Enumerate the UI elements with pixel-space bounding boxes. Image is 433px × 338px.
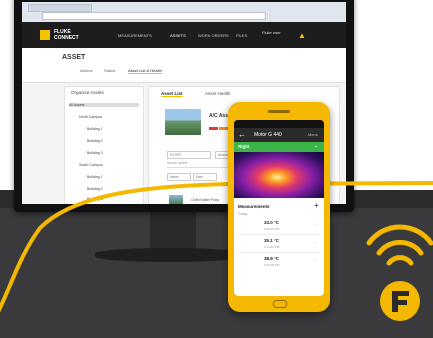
chevron-down-icon: ⌄ (314, 143, 319, 149)
org-item[interactable]: All Assets (69, 103, 139, 107)
scene: FLUKE CONNECT MEASUREMENTS ASSETS WORK O… (0, 0, 433, 338)
org-item[interactable]: South Campus (79, 163, 103, 167)
user-name[interactable]: Fluke user (262, 30, 292, 35)
org-item[interactable]: North Campus (79, 115, 102, 119)
phone-speaker (268, 110, 290, 113)
phone-screen: ← Motor G 440 Menu Right ⌄ Measurements … (234, 120, 324, 296)
fluke-f-icon (380, 281, 420, 321)
wifi-f-logo (366, 224, 433, 321)
list-item-label[interactable]: Chilled Water Pump (191, 198, 219, 202)
brand-name: FLUKE CONNECT (54, 29, 79, 41)
monitor-stand-base (95, 248, 245, 262)
org-item[interactable]: Building 3 (87, 151, 103, 155)
asset-thumbnail[interactable] (165, 109, 201, 135)
nav-work-orders[interactable]: WORK ORDERS (198, 33, 229, 38)
measurements-list: Measurements + Today 33.0 °C 9:34:40 PM … (234, 198, 324, 296)
sort-name-select[interactable]: Name (167, 173, 191, 181)
health-bar (209, 127, 218, 130)
filter-select[interactable]: FILTER (167, 151, 211, 159)
asset-header: ASSET Alarms Status Asset List & Health (22, 48, 346, 83)
measurements-subtitle: Today (238, 212, 248, 216)
phone-home-button[interactable] (273, 300, 287, 308)
organizer-header: Organize Assets (71, 90, 104, 95)
app-header: FLUKE CONNECT MEASUREMENTS ASSETS WORK O… (22, 22, 346, 48)
browser-tab[interactable] (28, 4, 92, 12)
chevron-right-icon: › (314, 240, 316, 246)
tab-asset-list[interactable]: Asset List (161, 91, 183, 97)
phone-title-bar: ← Motor G 440 Menu (234, 128, 324, 142)
tab-asset-health[interactable]: Asset Health (205, 91, 231, 96)
phone-title: Motor G 440 (254, 132, 282, 138)
monitor-stand-neck (150, 212, 196, 252)
thermal-image[interactable] (234, 152, 324, 198)
phone-status-bar (234, 120, 324, 128)
org-item[interactable]: Building 1 (87, 127, 103, 131)
measurements-title: Measurements (238, 204, 270, 209)
reading-value[interactable]: 33.0 °C (264, 220, 279, 225)
reading-value[interactable]: 38.9 °C (264, 256, 279, 261)
back-arrow-icon[interactable]: ← (238, 130, 246, 139)
nav-files[interactable]: FILES (236, 33, 247, 38)
browser-chrome (22, 2, 346, 22)
fluke-logo-icon (40, 30, 50, 40)
list-item-thumbnail[interactable] (169, 195, 183, 204)
nav-assets[interactable]: ASSETS (170, 33, 186, 38)
org-item[interactable]: Building 2 (87, 139, 103, 143)
smartphone: ← Motor G 440 Menu Right ⌄ Measurements … (228, 102, 330, 312)
organizer-panel: Organize Assets All Assets North Campus … (64, 86, 144, 204)
phone-menu-button[interactable]: Menu (308, 132, 318, 137)
url-bar[interactable] (42, 12, 266, 20)
page-title: ASSET (62, 54, 86, 61)
divider (238, 252, 320, 253)
chevron-right-icon: › (314, 222, 316, 228)
reading-date: 9:34:22 PM (264, 245, 280, 249)
reading-date: 9:34:40 PM (264, 227, 280, 231)
sort-date-select[interactable]: Date (193, 173, 217, 181)
tab-asset-list-health[interactable]: Asset List & Health (128, 68, 162, 74)
nav-measurements[interactable]: MEASUREMENTS (118, 33, 152, 38)
status-label: Right (238, 144, 250, 149)
health-bar (219, 127, 228, 130)
divider (238, 234, 320, 235)
tab-status[interactable]: Status (104, 68, 115, 73)
wifi-icon (366, 224, 433, 266)
org-item[interactable]: Building 2 (87, 187, 103, 191)
warning-icon[interactable]: ▲ (298, 31, 306, 40)
add-measurement-button[interactable]: + (314, 201, 319, 210)
org-item[interactable]: Building 1 (87, 175, 103, 179)
org-item[interactable]: Building 3 (87, 197, 103, 201)
chevron-right-icon: › (314, 258, 316, 264)
reading-value[interactable]: 35.1 °C (264, 238, 279, 243)
status-banner[interactable]: Right ⌄ (234, 142, 324, 152)
tab-alarms[interactable]: Alarms (80, 68, 92, 73)
reading-date: 9:30:08 PM (264, 263, 280, 267)
